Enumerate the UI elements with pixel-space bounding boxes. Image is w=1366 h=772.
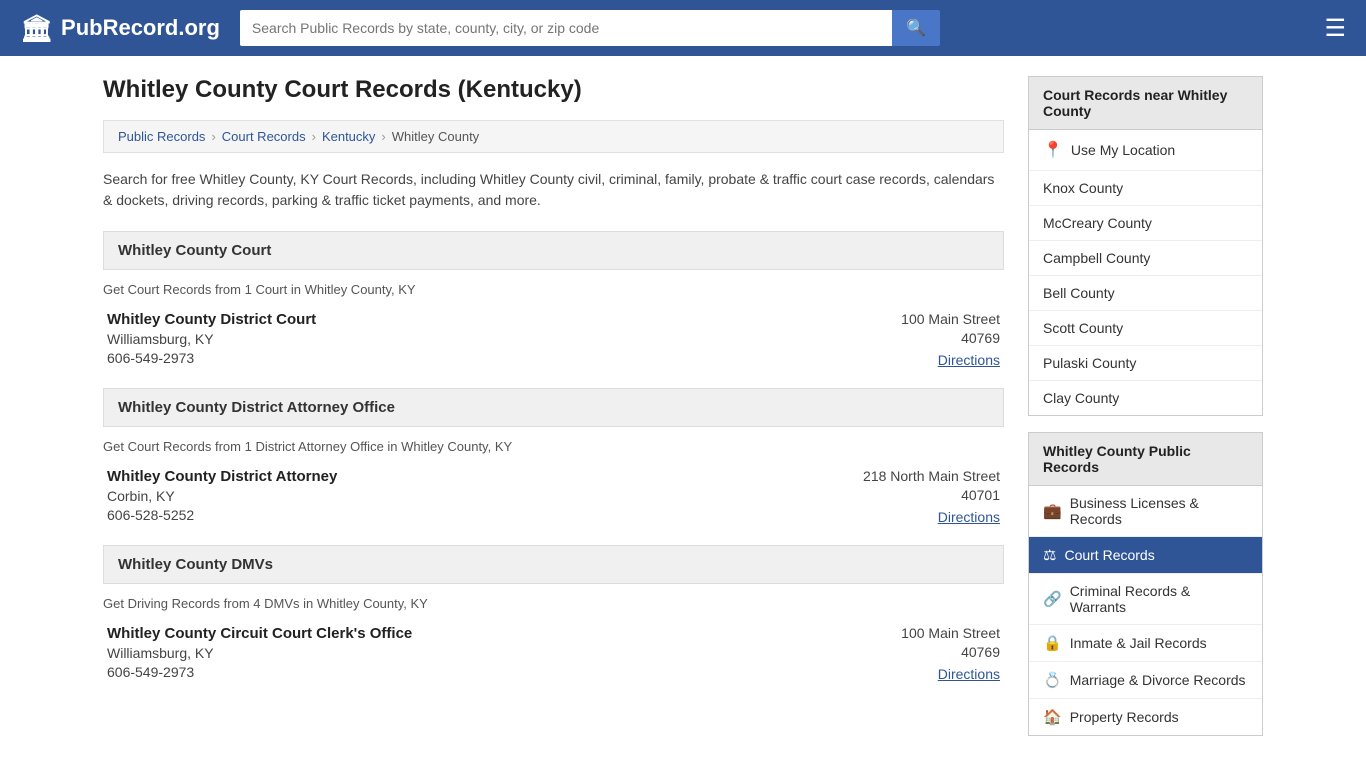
sidebar-item-business-licenses[interactable]: 💼 Business Licenses & Records [1029,486,1262,537]
location-icon: 📍 [1043,140,1063,160]
record-phone-district-court: 606-549-2973 [107,350,901,366]
sidebar: Court Records near Whitley County 📍 Use … [1028,76,1263,752]
record-name-da[interactable]: Whitley County District Attorney [107,468,863,485]
record-right-da: 218 North Main Street 40701 Directions [863,468,1000,525]
scott-county-label: Scott County [1043,320,1123,336]
breadcrumb: Public Records › Court Records › Kentuck… [103,120,1004,153]
record-city-circuit-clerk: Williamsburg, KY [107,645,901,661]
record-address-circuit-clerk: 100 Main Street [901,625,1000,641]
search-button[interactable]: 🔍 [892,10,940,46]
sidebar-public-records-list: 💼 Business Licenses & Records ⚖ Court Re… [1028,486,1263,736]
property-records-label: Property Records [1070,709,1179,725]
sidebar-item-campbell[interactable]: Campbell County [1029,241,1262,276]
record-address-district-court: 100 Main Street [901,311,1000,327]
site-header: 🏛 PubRecord.org 🔍 ☰ [0,0,1366,56]
record-right-circuit-clerk: 100 Main Street 40769 Directions [901,625,1000,682]
sidebar-item-criminal-records[interactable]: 🔗 Criminal Records & Warrants [1029,574,1262,625]
section-header-dmv: Whitley County DMVs [103,545,1004,584]
sidebar-item-court-records[interactable]: ⚖ Court Records [1029,537,1262,574]
section-header-da: Whitley County District Attorney Office [103,388,1004,427]
search-input[interactable] [240,10,892,46]
record-name-circuit-clerk[interactable]: Whitley County Circuit Court Clerk's Off… [107,625,901,642]
knox-county-label: Knox County [1043,180,1123,196]
section-desc-court: Get Court Records from 1 Court in Whitle… [103,282,1004,297]
sidebar-item-clay[interactable]: Clay County [1029,381,1262,415]
record-left-circuit-clerk: Whitley County Circuit Court Clerk's Off… [107,625,901,682]
sidebar-item-marriage-records[interactable]: 💍 Marriage & Divorce Records [1029,662,1262,699]
sidebar-item-property-records[interactable]: 🏠 Property Records [1029,699,1262,735]
marriage-icon: 💍 [1043,671,1062,689]
breadcrumb-kentucky[interactable]: Kentucky [322,129,375,144]
property-icon: 🏠 [1043,708,1062,726]
use-location-label: Use My Location [1071,142,1175,158]
record-zip-circuit-clerk: 40769 [901,644,1000,660]
criminal-icon: 🔗 [1043,590,1062,608]
mccreary-county-label: McCreary County [1043,215,1152,231]
breadcrumb-sep-1: › [211,129,215,144]
record-zip-district-court: 40769 [901,330,1000,346]
sidebar-item-scott[interactable]: Scott County [1029,311,1262,346]
record-entry-da: Whitley County District Attorney Corbin,… [103,468,1004,525]
sidebar-use-location[interactable]: 📍 Use My Location [1029,130,1262,171]
record-city-da: Corbin, KY [107,488,863,504]
record-name-district-court[interactable]: Whitley County District Court [107,311,901,328]
record-phone-circuit-clerk: 606-549-2973 [107,664,901,680]
pulaski-county-label: Pulaski County [1043,355,1136,371]
bell-county-label: Bell County [1043,285,1115,301]
sidebar-item-pulaski[interactable]: Pulaski County [1029,346,1262,381]
sidebar-nearby-title: Court Records near Whitley County [1028,76,1263,130]
record-entry-circuit-clerk: Whitley County Circuit Court Clerk's Off… [103,625,1004,682]
search-bar: 🔍 [240,10,940,46]
menu-icon[interactable]: ☰ [1324,14,1346,43]
section-desc-dmv: Get Driving Records from 4 DMVs in Whitl… [103,596,1004,611]
sidebar-item-bell[interactable]: Bell County [1029,276,1262,311]
clay-county-label: Clay County [1043,390,1119,406]
breadcrumb-whitley-county: Whitley County [392,129,479,144]
court-records-label: Court Records [1064,547,1154,563]
record-zip-da: 40701 [863,487,1000,503]
record-address-da: 218 North Main Street [863,468,1000,484]
breadcrumb-sep-3: › [381,129,385,144]
campbell-county-label: Campbell County [1043,250,1150,266]
business-icon: 💼 [1043,502,1062,520]
content-area: Whitley County Court Records (Kentucky) … [103,76,1004,752]
main-container: Whitley County Court Records (Kentucky) … [83,56,1283,772]
intro-text: Search for free Whitley County, KY Court… [103,169,1004,211]
criminal-records-label: Criminal Records & Warrants [1070,583,1248,615]
search-icon: 🔍 [906,20,926,37]
directions-link-da[interactable]: Directions [938,509,1000,525]
breadcrumb-sep-2: › [312,129,316,144]
record-entry-district-court: Whitley County District Court Williamsbu… [103,311,1004,368]
business-licenses-label: Business Licenses & Records [1070,495,1248,527]
breadcrumb-court-records[interactable]: Court Records [222,129,306,144]
court-icon: ⚖ [1043,546,1056,564]
marriage-records-label: Marriage & Divorce Records [1070,672,1246,688]
site-logo[interactable]: 🏛 PubRecord.org [20,13,220,44]
record-phone-da: 606-528-5252 [107,507,863,523]
sidebar-item-inmate-records[interactable]: 🔒 Inmate & Jail Records [1029,625,1262,662]
directions-link-district-court[interactable]: Directions [938,352,1000,368]
inmate-icon: 🔒 [1043,634,1062,652]
logo-text: PubRecord.org [61,15,220,41]
page-title: Whitley County Court Records (Kentucky) [103,76,1004,104]
sidebar-public-records-title: Whitley County Public Records [1028,432,1263,486]
record-left-da: Whitley County District Attorney Corbin,… [107,468,863,525]
record-city-district-court: Williamsburg, KY [107,331,901,347]
sidebar-item-knox[interactable]: Knox County [1029,171,1262,206]
inmate-records-label: Inmate & Jail Records [1070,635,1207,651]
section-header-court: Whitley County Court [103,231,1004,270]
record-left-district-court: Whitley County District Court Williamsbu… [107,311,901,368]
logo-icon: 🏛 [20,13,53,44]
section-desc-da: Get Court Records from 1 District Attorn… [103,439,1004,454]
breadcrumb-public-records[interactable]: Public Records [118,129,205,144]
sidebar-item-mccreary[interactable]: McCreary County [1029,206,1262,241]
directions-link-circuit-clerk[interactable]: Directions [938,666,1000,682]
sidebar-nearby-list: 📍 Use My Location Knox County McCreary C… [1028,130,1263,416]
record-right-district-court: 100 Main Street 40769 Directions [901,311,1000,368]
